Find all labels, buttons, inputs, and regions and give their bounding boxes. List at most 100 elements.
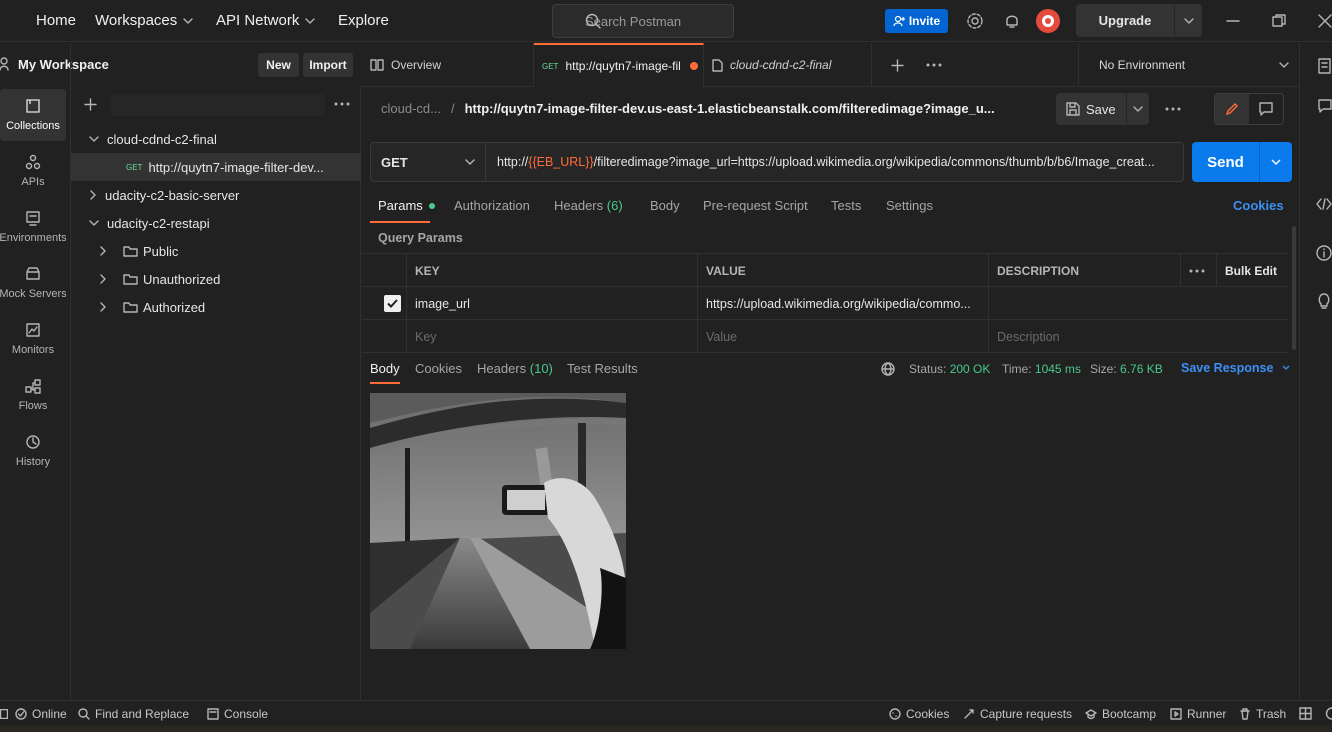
chevron-down-icon xyxy=(1133,106,1143,112)
response-tab-headers[interactable]: Headers (10) xyxy=(477,361,553,376)
tab-tests[interactable]: Tests xyxy=(831,198,861,213)
comment-mode-button[interactable] xyxy=(1249,94,1283,124)
runner-button[interactable]: Runner xyxy=(1170,707,1226,721)
bootcamp-button[interactable]: Bootcamp xyxy=(1085,707,1156,721)
documentation-icon[interactable] xyxy=(1318,58,1332,74)
bulk-edit-button[interactable]: Bulk Edit xyxy=(1216,254,1288,287)
response-tab-test-results[interactable]: Test Results xyxy=(567,361,638,376)
find-replace-button[interactable]: Find and Replace xyxy=(78,707,189,721)
rail-flows[interactable]: Flows xyxy=(0,369,66,421)
column-options[interactable] xyxy=(1180,254,1216,287)
api-network-menu[interactable]: API Network xyxy=(216,12,316,29)
chevron-down-icon xyxy=(1183,17,1194,24)
param-key-cell[interactable]: image_url xyxy=(406,287,697,320)
url-input[interactable]: http:// {{EB_URL}} /filteredimage?image_… xyxy=(486,143,1183,181)
online-status[interactable]: Online xyxy=(15,707,67,721)
response-time: Time: 1045 ms xyxy=(1002,362,1081,376)
folder-item[interactable]: Unauthorized xyxy=(71,265,361,293)
settings-gear-icon[interactable] xyxy=(966,12,984,30)
breadcrumb-parent[interactable]: cloud-cd... xyxy=(381,101,441,116)
rail-environments[interactable]: Environments xyxy=(0,201,66,253)
tab-prerequest-script[interactable]: Pre-request Script xyxy=(703,198,808,213)
tab-settings[interactable]: Settings xyxy=(886,198,933,213)
close-icon[interactable] xyxy=(1318,14,1332,28)
avatar[interactable] xyxy=(1036,9,1060,33)
top-bar: Home Workspaces API Network Explore Sear… xyxy=(0,0,1332,42)
new-tab-icon[interactable] xyxy=(891,59,904,72)
history-icon xyxy=(26,435,40,449)
method-select[interactable]: GET xyxy=(371,143,486,181)
edit-mode-button[interactable] xyxy=(1215,94,1249,124)
help-icon[interactable] xyxy=(1325,707,1332,720)
minimize-icon[interactable] xyxy=(1226,15,1240,27)
cookies-link[interactable]: Cookies xyxy=(1233,198,1284,213)
chevron-down-icon xyxy=(89,220,99,226)
tab-body[interactable]: Body xyxy=(650,198,680,213)
info-icon[interactable] xyxy=(1316,245,1332,261)
import-button[interactable]: Import xyxy=(303,53,353,77)
new-description-input[interactable]: Description xyxy=(988,320,1288,353)
response-tab-cookies[interactable]: Cookies xyxy=(415,361,462,376)
add-icon[interactable] xyxy=(84,98,97,111)
save-button[interactable]: Save xyxy=(1056,93,1149,125)
tab-collection[interactable]: cloud-cdnd-c2-final xyxy=(704,43,872,87)
collections-sidebar: cloud-cdnd-c2-final GET http://quytn7-im… xyxy=(71,87,361,700)
folder-item[interactable]: Authorized xyxy=(71,293,361,321)
new-button[interactable]: New xyxy=(258,53,299,77)
scrollbar[interactable] xyxy=(1292,226,1296,350)
wide-code-icon[interactable] xyxy=(1318,143,1332,157)
home-link[interactable]: Home xyxy=(36,12,76,29)
collection-item[interactable]: cloud-cdnd-c2-final xyxy=(71,125,361,153)
trash-button[interactable]: Trash xyxy=(1239,707,1286,721)
view-toggle xyxy=(1214,93,1284,125)
table-row-empty: Key Value Description xyxy=(362,320,1288,353)
tab-overview[interactable]: Overview xyxy=(362,43,534,87)
tab-params[interactable]: Params xyxy=(378,198,436,213)
send-dropdown[interactable] xyxy=(1259,142,1292,182)
more-options-icon[interactable] xyxy=(1165,107,1181,111)
tab-authorization[interactable]: Authorization xyxy=(454,198,530,213)
console-button[interactable]: Console xyxy=(207,707,268,721)
request-title[interactable]: http://quytn7-image-filter-dev.us-east-1… xyxy=(465,101,995,116)
new-key-input[interactable]: Key xyxy=(406,320,697,353)
restore-icon[interactable] xyxy=(1272,14,1286,28)
search-input[interactable]: Search Postman xyxy=(552,4,734,38)
workspaces-menu[interactable]: Workspaces xyxy=(95,12,193,29)
save-dropdown[interactable] xyxy=(1126,93,1149,125)
capture-requests-button[interactable]: Capture requests xyxy=(963,707,1072,721)
upgrade-button[interactable]: Upgrade xyxy=(1076,4,1202,37)
request-item[interactable]: GET http://quytn7-image-filter-dev... xyxy=(71,153,361,181)
save-response-button[interactable]: Save Response xyxy=(1181,361,1290,375)
invite-button[interactable]: Invite xyxy=(885,9,948,33)
upgrade-dropdown[interactable] xyxy=(1174,4,1202,37)
rail-mock-servers[interactable]: Mock Servers xyxy=(0,257,66,309)
rail-monitors[interactable]: Monitors xyxy=(0,313,66,365)
collection-item[interactable]: udacity-c2-basic-server xyxy=(71,181,361,209)
lightbulb-icon[interactable] xyxy=(1317,293,1331,309)
globe-icon[interactable] xyxy=(881,362,895,376)
new-value-input[interactable]: Value xyxy=(697,320,988,353)
sidebar-toggle-icon[interactable] xyxy=(0,709,8,719)
comments-icon[interactable] xyxy=(1318,99,1332,113)
rail-apis[interactable]: APIs xyxy=(0,145,66,197)
send-button[interactable]: Send xyxy=(1192,142,1292,182)
layout-icon[interactable] xyxy=(1299,707,1312,720)
param-description-cell[interactable] xyxy=(988,287,1288,320)
explore-link[interactable]: Explore xyxy=(338,12,389,29)
cookies-button[interactable]: Cookies xyxy=(889,707,949,721)
param-checkbox[interactable] xyxy=(362,287,406,320)
collection-item[interactable]: udacity-c2-restapi xyxy=(71,209,361,237)
rail-history[interactable]: History xyxy=(0,425,66,477)
code-icon[interactable] xyxy=(1316,198,1332,210)
notifications-bell-icon[interactable] xyxy=(1003,12,1021,30)
rail-collections[interactable]: Collections xyxy=(0,89,66,141)
tab-request[interactable]: GET http://quytn7-image-fil xyxy=(534,43,704,87)
more-tabs-icon[interactable] xyxy=(926,63,942,67)
folder-item[interactable]: Public xyxy=(71,237,361,265)
collection-filter-input[interactable] xyxy=(111,94,325,116)
response-tab-body[interactable]: Body xyxy=(370,361,400,376)
environment-selector[interactable]: No Environment xyxy=(1078,43,1300,87)
param-value-cell[interactable]: https://upload.wikimedia.org/wikipedia/c… xyxy=(697,287,988,320)
more-options-icon[interactable] xyxy=(334,102,350,106)
tab-headers[interactable]: Headers (6) xyxy=(554,198,623,213)
